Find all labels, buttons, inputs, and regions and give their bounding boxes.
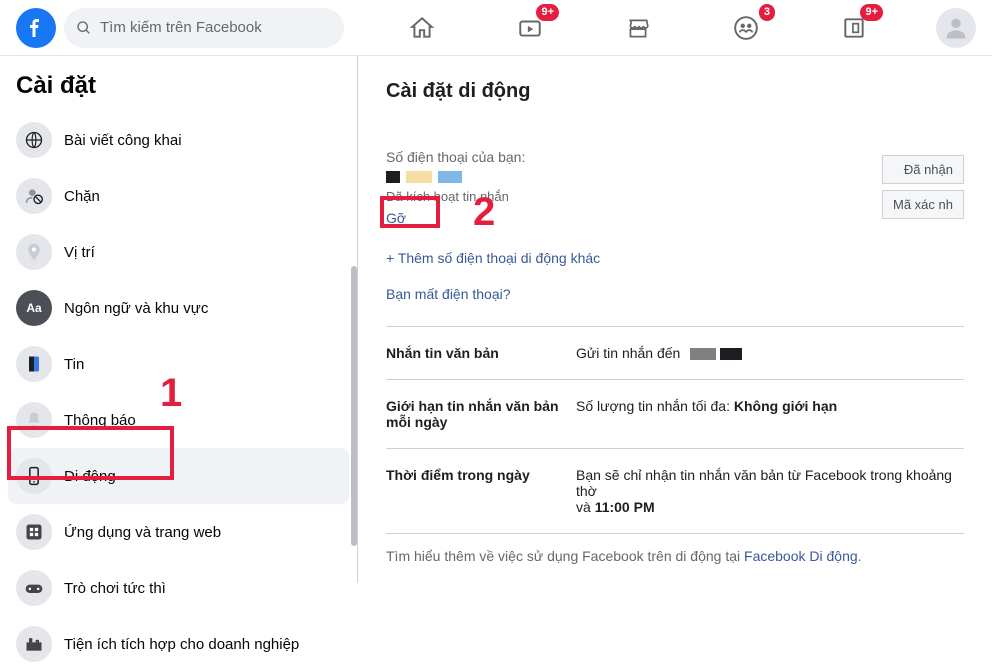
- mobile-icon: [16, 458, 52, 494]
- gaming-icon[interactable]: 9+: [830, 4, 878, 52]
- verify-button[interactable]: Mã xác nh: [882, 190, 964, 219]
- sidebar-item-public-posts[interactable]: Bài viết công khai: [8, 112, 349, 168]
- facebook-logo[interactable]: [16, 8, 56, 48]
- business-icon: [16, 626, 52, 662]
- language-icon: Aa: [16, 290, 52, 326]
- annotation-box-2: [380, 196, 440, 228]
- block-icon: [16, 178, 52, 214]
- search-input[interactable]: Tìm kiếm trên Facebook: [64, 8, 344, 48]
- sidebar-item-language[interactable]: Aa Ngôn ngữ và khu vực: [8, 280, 349, 336]
- sidebar-item-label: Chặn: [64, 188, 100, 205]
- lost-phone-link[interactable]: Bạn mất điện thoại?: [386, 286, 511, 302]
- profile-avatar[interactable]: [936, 8, 976, 48]
- row-label: Giới hạn tin nhắn văn bản mỗi ngày: [386, 398, 576, 430]
- watch-badge: 9+: [536, 4, 559, 21]
- sidebar-item-label: Bài viết công khai: [64, 132, 182, 149]
- globe-icon: [16, 122, 52, 158]
- annotation-number-1: 1: [160, 371, 182, 416]
- sidebar-item-blocking[interactable]: Chặn: [8, 168, 349, 224]
- scrollbar[interactable]: [351, 266, 357, 546]
- groups-badge: 3: [759, 4, 775, 21]
- sidebar-item-apps[interactable]: Ứng dụng và trang web: [8, 504, 349, 560]
- apps-icon: [16, 514, 52, 550]
- sidebar-item-mobile[interactable]: Di động: [8, 448, 349, 504]
- main-content: Cài đặt di động Số điện thoại của bạn: Đ…: [358, 56, 992, 583]
- nav-icons: 9+ 3 9+: [368, 4, 936, 52]
- sidebar-item-label: Ngôn ngữ và khu vực: [64, 300, 208, 317]
- footer-text: Tìm hiểu thêm về việc sử dụng Facebook t…: [386, 534, 964, 564]
- location-icon: [16, 234, 52, 270]
- gaming-badge: 9+: [860, 4, 883, 21]
- sidebar-item-label: Thông báo: [64, 412, 136, 429]
- received-button[interactable]: Đã nhận: [882, 155, 964, 184]
- game-icon: [16, 570, 52, 606]
- row-value: Số lượng tin nhắn tối đa: Không giới hạn: [576, 398, 964, 430]
- sidebar-item-label: Ứng dụng và trang web: [64, 524, 221, 541]
- marketplace-icon[interactable]: [614, 4, 662, 52]
- annotation-number-2: 2: [473, 190, 495, 235]
- sidebar-item-label: Di động: [64, 468, 116, 485]
- sidebar-title: Cài đặt: [8, 68, 349, 112]
- row-label: Thời điểm trong ngày: [386, 467, 576, 515]
- top-header: Tìm kiếm trên Facebook 9+ 3 9+: [0, 0, 992, 56]
- groups-icon[interactable]: 3: [722, 4, 770, 52]
- watch-icon[interactable]: 9+: [506, 4, 554, 52]
- phone-number-redacted: [386, 171, 964, 183]
- row-value: Gửi tin nhắn đến: [576, 345, 964, 361]
- sidebar-item-label: Tin: [64, 356, 84, 373]
- row-label: Nhắn tin văn bản: [386, 345, 576, 361]
- right-buttons: Đã nhận Mã xác nh: [882, 155, 964, 225]
- search-placeholder: Tìm kiếm trên Facebook: [100, 19, 262, 36]
- add-phone-link[interactable]: + Thêm số điện thoại di động khác: [386, 250, 600, 266]
- stories-icon: [16, 346, 52, 382]
- sidebar-item-business[interactable]: Tiện ích tích hợp cho doanh nghiệp: [8, 616, 349, 672]
- home-icon[interactable]: [398, 4, 446, 52]
- row-value: Bạn sẽ chỉ nhận tin nhắn văn bản từ Face…: [576, 467, 964, 515]
- sidebar-item-label: Trò chơi tức thì: [64, 580, 166, 597]
- sidebar-item-instant-games[interactable]: Trò chơi tức thì: [8, 560, 349, 616]
- time-of-day-row: Thời điểm trong ngày Bạn sẽ chỉ nhận tin…: [386, 449, 964, 534]
- sidebar-item-label: Tiện ích tích hợp cho doanh nghiệp: [64, 636, 299, 653]
- facebook-mobile-link[interactable]: Facebook Di động: [744, 548, 858, 564]
- bell-icon: [16, 402, 52, 438]
- your-phones-label: Số điện thoại của bạn:: [386, 149, 964, 165]
- daily-limit-row: Giới hạn tin nhắn văn bản mỗi ngày Số lư…: [386, 380, 964, 449]
- text-messaging-row: Nhắn tin văn bản Gửi tin nhắn đến: [386, 327, 964, 380]
- sidebar-item-label: Vị trí: [64, 244, 95, 261]
- sidebar-item-location[interactable]: Vị trí: [8, 224, 349, 280]
- settings-sidebar: Cài đặt Bài viết công khai Chặn Vị trí A…: [0, 56, 358, 583]
- page-title: Cài đặt di động: [386, 80, 964, 103]
